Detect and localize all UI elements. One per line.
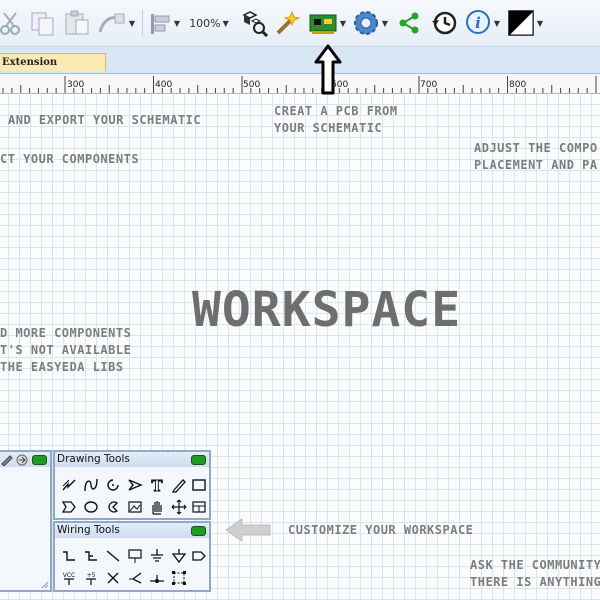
- arrowhead-icon[interactable]: [126, 476, 144, 494]
- svg-text:+5: +5: [87, 572, 96, 579]
- rectangle-icon[interactable]: [190, 476, 208, 494]
- canvas-attribute-icon[interactable]: [190, 498, 208, 516]
- pie-icon[interactable]: [104, 498, 122, 516]
- arrow-left-icon: [225, 518, 271, 542]
- hint-pcb-line2: YOUR SCHEMATIC: [274, 121, 383, 135]
- horizontal-ruler: 300 400 500 600 700 800: [0, 74, 600, 94]
- resize-grip-icon[interactable]: [41, 581, 49, 589]
- hint-community-line2: THERE IS ANYTHING: [470, 575, 600, 589]
- vcc-flag-icon[interactable]: VCC: [60, 569, 78, 587]
- convert-to-pcb-icon[interactable]: ▼: [306, 7, 348, 39]
- net-label-icon[interactable]: [126, 547, 144, 565]
- next-arrow-icon[interactable]: [15, 454, 29, 466]
- polygon-icon[interactable]: [60, 498, 78, 516]
- ruler-label: 500: [243, 80, 261, 90]
- bus-entry-line-icon[interactable]: [104, 547, 122, 565]
- group-icon[interactable]: [170, 569, 188, 587]
- workspace-title: WORKSPACE: [192, 282, 462, 338]
- main-toolbar: ▼ ▼ 100% ▼ ▼ ▼ i ▼ ▼: [0, 0, 600, 47]
- history-icon[interactable]: [428, 7, 460, 39]
- hint-more-line1: D MORE COMPONENTS: [0, 326, 132, 340]
- theme-toggle-icon[interactable]: ▼: [504, 7, 546, 39]
- hand-pan-icon[interactable]: [148, 498, 166, 516]
- help-icon[interactable]: i ▼: [462, 7, 502, 39]
- hint-components: CT YOUR COMPONENTS: [0, 152, 140, 166]
- bus-entry-icon[interactable]: [60, 476, 78, 494]
- bezier-icon[interactable]: [82, 476, 100, 494]
- align-icon[interactable]: ▼: [146, 7, 182, 39]
- arc-icon[interactable]: [104, 476, 122, 494]
- image-icon[interactable]: [126, 498, 144, 516]
- pin-icon[interactable]: [126, 569, 144, 587]
- magic-wand-icon[interactable]: [272, 7, 302, 39]
- hint-export: AND EXPORT YOUR SCHEMATIC: [8, 113, 202, 127]
- components-minimize-button[interactable]: [32, 455, 47, 465]
- ruler-label: 400: [155, 80, 173, 90]
- hint-adjust-line2: PLACEMENT AND PA: [474, 158, 598, 172]
- components-panel: [0, 450, 52, 592]
- tab-extension[interactable]: Extension: [0, 53, 106, 71]
- junction-icon[interactable]: [148, 569, 166, 587]
- hint-community-line1: ASK THE COMMUNITY: [470, 558, 600, 572]
- freehand-pencil-icon[interactable]: [170, 476, 188, 494]
- pencil-icon[interactable]: [0, 454, 14, 466]
- hint-adjust-line1: ADJUST THE COMPO: [474, 141, 598, 155]
- drawing-tools-minimize-button[interactable]: [191, 455, 206, 465]
- ellipse-icon[interactable]: [82, 498, 100, 516]
- netport-icon[interactable]: [190, 547, 208, 565]
- hint-more-line3: THE EASYEDA LIBS: [0, 360, 124, 374]
- bus-icon[interactable]: [82, 547, 100, 565]
- zoom-dropdown[interactable]: 100% ▼: [188, 7, 230, 39]
- toolbar-separator: [142, 10, 143, 36]
- ruler-label: 300: [67, 80, 85, 90]
- hint-customize: CUSTOMIZE YOUR WORKSPACE: [288, 523, 474, 537]
- cut-icon[interactable]: [0, 7, 22, 39]
- share-icon[interactable]: [396, 7, 422, 39]
- svg-text:T: T: [151, 477, 163, 493]
- arrow-up-icon: [314, 44, 342, 95]
- wiring-tools-minimize-button[interactable]: [191, 526, 206, 536]
- svg-text:i: i: [475, 14, 481, 32]
- settings-icon[interactable]: ▼: [350, 7, 390, 39]
- copy-icon[interactable]: [28, 7, 58, 39]
- tab-strip: Extension: [0, 47, 600, 74]
- paste-icon[interactable]: [62, 7, 92, 39]
- hint-more-line2: T'S NOT AVAILABLE: [0, 343, 132, 357]
- svg-text:VCC: VCC: [63, 572, 75, 579]
- move-icon[interactable]: [170, 498, 188, 516]
- drawing-tools-title: Drawing Tools: [55, 452, 209, 467]
- zoom-label: 100%: [189, 16, 221, 30]
- wiring-tools-title: Wiring Tools: [55, 523, 209, 538]
- drawing-tools-panel: Drawing Tools T: [53, 450, 211, 520]
- no-connect-icon[interactable]: [104, 569, 122, 587]
- hint-pcb-line1: CREAT A PCB FROM: [274, 104, 398, 118]
- ruler-label: 700: [420, 80, 438, 90]
- ruler-label: 800: [509, 80, 527, 90]
- text-tool-icon[interactable]: T: [148, 476, 166, 494]
- wiring-tools-panel: Wiring Tools VCC +5: [53, 521, 211, 592]
- find-components-icon[interactable]: [240, 7, 270, 39]
- netflag-icon[interactable]: [170, 547, 188, 565]
- format-painter-icon[interactable]: ▼: [96, 7, 136, 39]
- wire-icon[interactable]: [60, 547, 78, 565]
- plus5v-flag-icon[interactable]: +5: [82, 569, 100, 587]
- netflag-gnd-icon[interactable]: [148, 547, 166, 565]
